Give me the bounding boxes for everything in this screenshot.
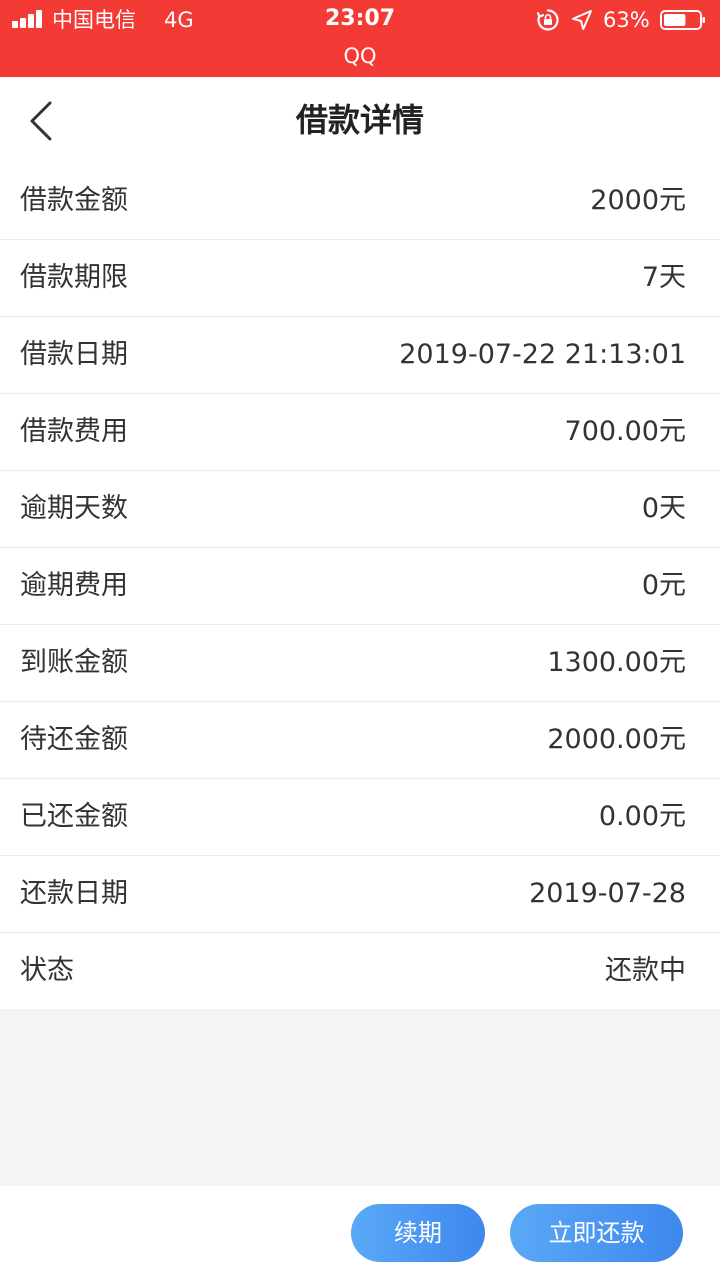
rotation-lock-icon bbox=[536, 9, 559, 31]
detail-value: 7天 bbox=[641, 262, 686, 293]
chevron-left-icon bbox=[30, 101, 52, 141]
detail-label: 还款日期 bbox=[20, 878, 128, 909]
footer-action-bar: 续期 立即还款 bbox=[0, 1186, 720, 1280]
detail-row-amount-due: 待还金额 2000.00元 bbox=[0, 702, 720, 779]
detail-label: 到账金额 bbox=[20, 647, 128, 678]
detail-value: 2019-07-28 bbox=[529, 878, 686, 909]
detail-row-overdue-fee: 逾期费用 0元 bbox=[0, 548, 720, 625]
status-bar: 中国电信 4G 23:07 QQ 63% bbox=[0, 0, 720, 77]
detail-row-loan-term: 借款期限 7天 bbox=[0, 240, 720, 317]
battery-icon bbox=[660, 10, 705, 30]
status-value: 还款中 bbox=[605, 955, 686, 986]
detail-label: 待还金额 bbox=[20, 724, 128, 755]
detail-label: 逾期费用 bbox=[20, 570, 128, 601]
detail-row-loan-date: 借款日期 2019-07-22 21:13:01 bbox=[0, 317, 720, 394]
detail-label: 借款期限 bbox=[20, 262, 128, 293]
detail-value: 1300.00元 bbox=[547, 647, 686, 678]
detail-row-loan-amount: 借款金额 2000元 bbox=[0, 163, 720, 240]
detail-row-overdue-days: 逾期天数 0天 bbox=[0, 471, 720, 548]
detail-label: 状态 bbox=[20, 955, 74, 986]
detail-value: 0元 bbox=[641, 570, 686, 601]
detail-value: 2000元 bbox=[590, 185, 686, 216]
page-title: 借款详情 bbox=[295, 101, 424, 139]
detail-row-status: 状态 还款中 bbox=[0, 933, 720, 1009]
detail-value: 2019-07-22 21:13:01 bbox=[399, 339, 686, 370]
location-arrow-icon bbox=[572, 10, 592, 30]
detail-label: 已还金额 bbox=[20, 801, 128, 832]
detail-row-loan-fee: 借款费用 700.00元 bbox=[0, 394, 720, 471]
navigation-bar: 借款详情 bbox=[0, 77, 720, 163]
detail-value: 2000.00元 bbox=[547, 724, 686, 755]
detail-row-received-amount: 到账金额 1300.00元 bbox=[0, 625, 720, 702]
detail-row-amount-repaid: 已还金额 0.00元 bbox=[0, 779, 720, 856]
detail-label: 借款日期 bbox=[20, 339, 128, 370]
detail-label: 借款金额 bbox=[20, 185, 128, 216]
back-button[interactable] bbox=[16, 91, 66, 149]
detail-label: 逾期天数 bbox=[20, 493, 128, 524]
detail-label: 借款费用 bbox=[20, 416, 128, 447]
detail-value: 0天 bbox=[641, 493, 686, 524]
repay-now-button[interactable]: 立即还款 bbox=[510, 1204, 683, 1262]
loan-detail-list: 借款金额 2000元 借款期限 7天 借款日期 2019-07-22 21:13… bbox=[0, 163, 720, 1009]
renew-button[interactable]: 续期 bbox=[351, 1204, 485, 1262]
return-to-app-label[interactable]: QQ bbox=[0, 42, 720, 70]
battery-percentage: 63% bbox=[603, 8, 650, 32]
detail-row-repayment-date: 还款日期 2019-07-28 bbox=[0, 856, 720, 933]
detail-value: 700.00元 bbox=[564, 416, 686, 447]
detail-value: 0.00元 bbox=[598, 801, 686, 832]
